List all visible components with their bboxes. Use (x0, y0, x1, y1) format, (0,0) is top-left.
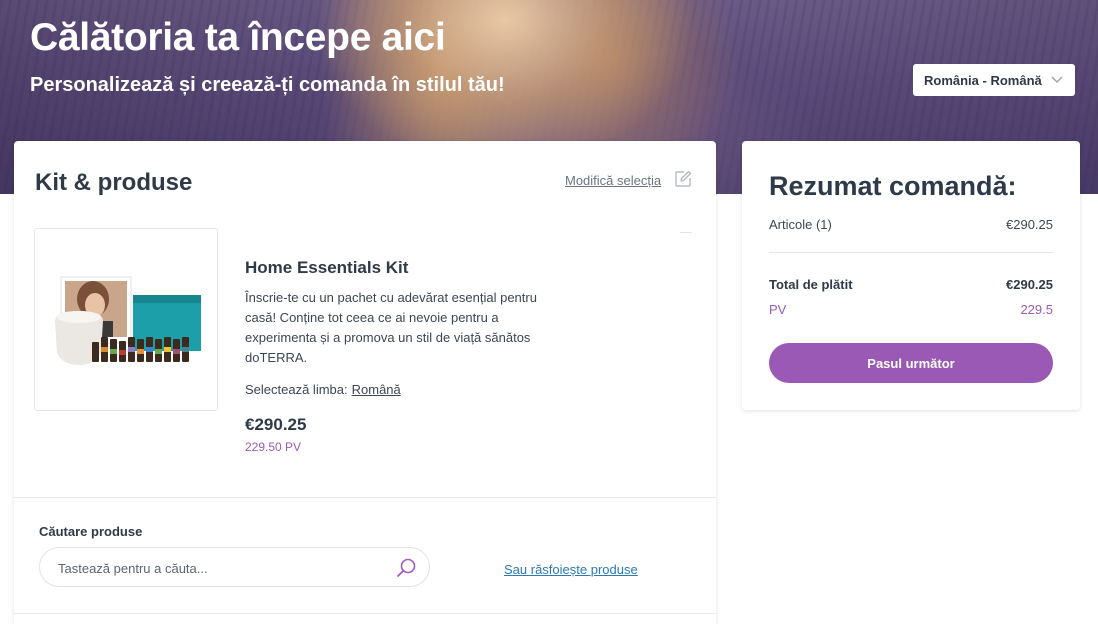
locale-select-label: România - Română (924, 72, 1042, 88)
order-summary-title: Rezumat comandă: (769, 171, 1017, 201)
language-select-link[interactable]: Română (352, 382, 401, 397)
hero-subtitle: Personalizează și creează-ți comanda în … (30, 74, 505, 96)
divider (14, 497, 716, 498)
kit-products-title: Kit & produse (35, 169, 193, 196)
modify-selection-link[interactable]: Modifică selecția (565, 173, 661, 188)
divider (769, 252, 1053, 253)
product-kit-illustration (55, 276, 201, 365)
product-name: Home Essentials Kit (245, 258, 409, 277)
product-image (34, 228, 218, 411)
next-step-button[interactable]: Pasul următor (769, 343, 1053, 383)
product-pv: 229.50 PV (245, 440, 302, 454)
total-value: €290.25 (1006, 277, 1053, 292)
total-label: Total de plătit (769, 277, 853, 292)
product-price: €290.25 (245, 415, 307, 434)
order-summary-panel: Rezumat comandă: Articole (1) €290.25 To… (742, 141, 1080, 410)
product-description: Înscrie-te cu un pachet cu adevărat esen… (245, 290, 537, 365)
hero-title: Călătoria ta începe aici (30, 16, 446, 59)
divider (14, 613, 716, 614)
divider (680, 232, 692, 233)
search-icon[interactable] (395, 557, 417, 579)
edit-icon[interactable] (674, 170, 692, 188)
search-box (39, 547, 430, 587)
search-input[interactable] (58, 559, 388, 577)
pv-label: PV (769, 302, 787, 317)
search-label: Căutare produse (39, 524, 143, 539)
kit-products-panel: Kit & produse Modifică selecția Home Ess… (14, 141, 716, 624)
pv-value: 229.5 (1020, 302, 1053, 317)
language-row: Selectează limba: Română (245, 382, 401, 397)
items-label: Articole (1) (769, 217, 832, 232)
chevron-down-icon (1051, 76, 1063, 83)
locale-select[interactable]: România - Română (913, 64, 1075, 96)
language-label: Selectează limba: (245, 382, 348, 397)
items-value: €290.25 (1006, 217, 1053, 232)
browse-products-link[interactable]: Sau răsfoiește produse (504, 562, 638, 577)
